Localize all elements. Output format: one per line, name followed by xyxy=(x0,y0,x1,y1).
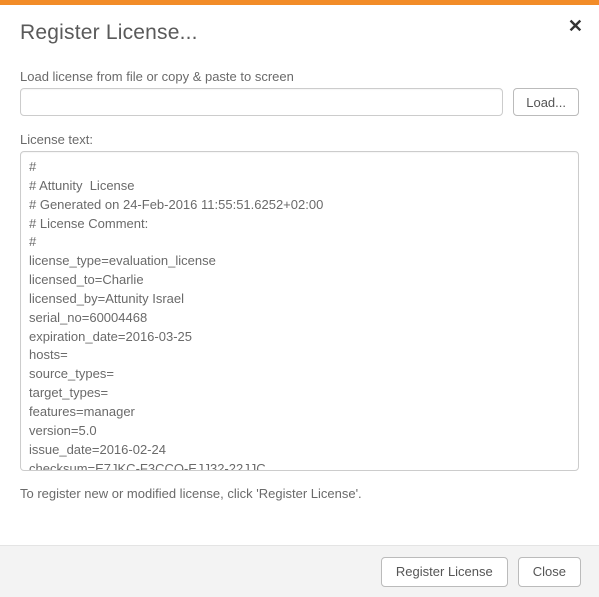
dialog-title: Register License... xyxy=(20,21,579,45)
register-license-dialog: ✕ Register License... Load license from … xyxy=(0,5,599,501)
load-license-label: Load license from file or copy & paste t… xyxy=(20,69,579,84)
load-license-row: Load... xyxy=(20,88,579,116)
close-button[interactable]: Close xyxy=(518,557,581,587)
register-license-button[interactable]: Register License xyxy=(381,557,508,587)
dialog-footer: Register License Close xyxy=(0,545,599,597)
helper-text: To register new or modified license, cli… xyxy=(20,486,579,501)
license-file-input[interactable] xyxy=(20,88,503,116)
close-icon[interactable]: ✕ xyxy=(568,17,583,35)
license-text-area[interactable] xyxy=(20,151,579,471)
license-text-label: License text: xyxy=(20,132,579,147)
load-button[interactable]: Load... xyxy=(513,88,579,116)
